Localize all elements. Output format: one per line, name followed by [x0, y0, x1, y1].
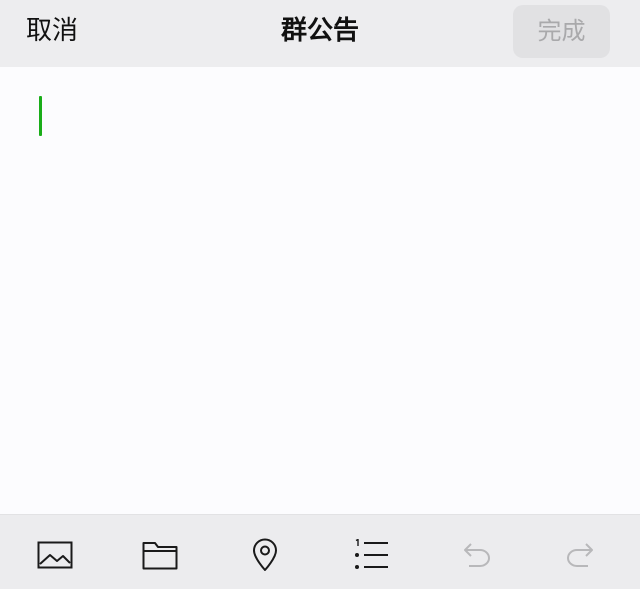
numbered-list-icon [355, 539, 388, 569]
location-pin-icon [253, 538, 277, 571]
navigation-bar: 取消 群公告 完成 [0, 0, 640, 67]
editor-toolbar [0, 514, 640, 589]
announcement-editor[interactable] [0, 67, 640, 514]
redo-icon [567, 543, 593, 567]
undo-button[interactable] [457, 535, 497, 575]
done-button[interactable]: 完成 [513, 5, 610, 58]
insert-location-button[interactable] [245, 535, 285, 575]
insert-file-button[interactable] [140, 535, 180, 575]
redo-button[interactable] [560, 535, 600, 575]
image-icon [37, 541, 73, 569]
text-caret [39, 96, 42, 136]
insert-image-button[interactable] [35, 535, 75, 575]
folder-icon [142, 542, 178, 570]
numbered-list-button[interactable] [351, 535, 391, 575]
undo-icon [464, 543, 490, 567]
